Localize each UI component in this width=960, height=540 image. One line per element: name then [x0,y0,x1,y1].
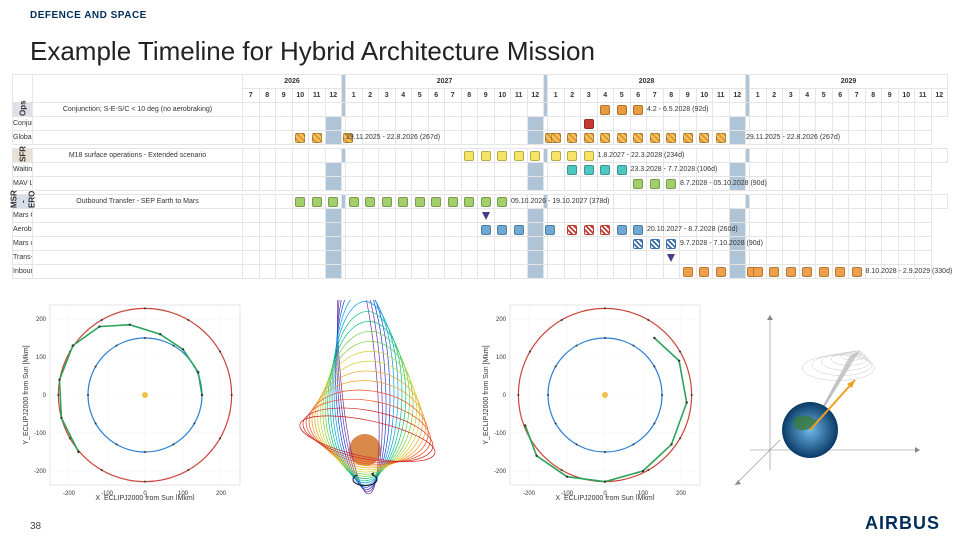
svg-text:-100: -100 [34,431,47,437]
slide-title: Example Timeline for Hybrid Architecture… [30,36,595,67]
svg-text:0: 0 [43,393,47,399]
svg-text:200: 200 [676,491,687,497]
svg-text:-200: -200 [63,491,76,497]
svg-text:200: 200 [36,317,47,323]
trajectory-plots: -200 -200 -100 -100 0 0 100 100 200 200 X_ECLIPJ20… [20,300,940,500]
svg-text:200: 200 [216,491,227,497]
svg-text:-200: -200 [34,469,47,475]
svg-text:X_ECLIPJ2000 from Sun [Mkm]: X_ECLIPJ2000 from Sun [Mkm] [555,495,654,500]
svg-text:200: 200 [496,317,507,323]
svg-text:100: 100 [36,355,47,361]
brand-label: DEFENCE AND SPACE [30,10,147,21]
svg-text:-100: -100 [494,431,507,437]
svg-text:Y_ECLIPJ2000 from Sun [Mkm]: Y_ECLIPJ2000 from Sun [Mkm] [23,345,30,444]
svg-text:0: 0 [503,393,507,399]
svg-text:X_ECLIPJ2000 from Sun [Mkm]: X_ECLIPJ2000 from Sun [Mkm] [95,495,194,500]
plot-inbound: -200-200-100-10000100100200200X_ECLIPJ20… [480,300,710,500]
plot-aerobraking [250,300,480,500]
page-number: 38 [30,521,41,532]
svg-text:-200: -200 [523,491,536,497]
plot-reentry [710,300,940,500]
plot-outbound: -200-200-100-10000100100200200X_ECLIPJ20… [20,300,250,500]
gantt-chart: 2026202720282029789101112123456789101112… [12,74,948,284]
svg-text:100: 100 [496,355,507,361]
svg-text:-200: -200 [494,469,507,475]
airbus-logo: AIRBUS [865,513,940,534]
svg-text:Y_ECLIPJ2000 from Sun [Mkm]: Y_ECLIPJ2000 from Sun [Mkm] [483,345,490,444]
